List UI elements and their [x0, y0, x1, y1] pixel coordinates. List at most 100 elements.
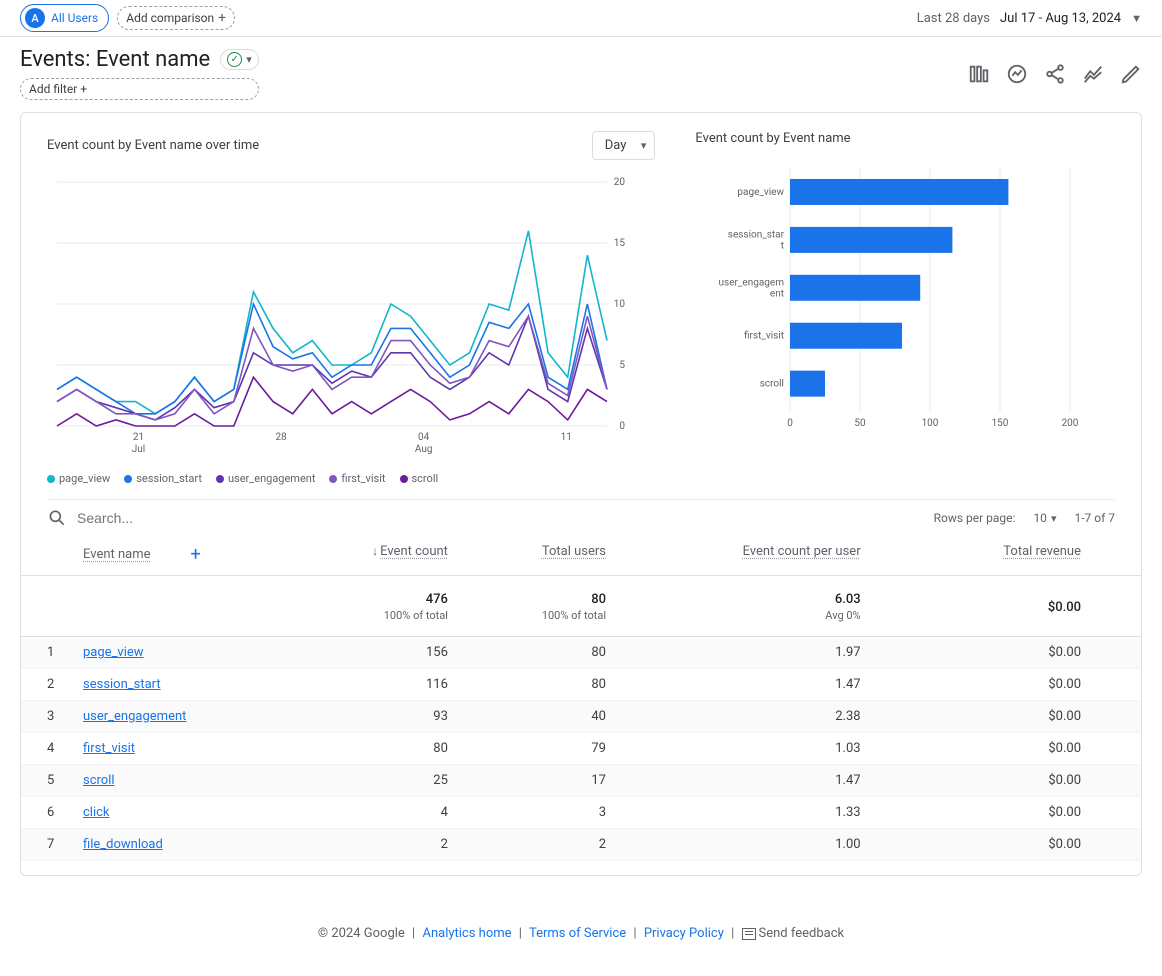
- rows-per-page-label: Rows per page:: [934, 511, 1016, 525]
- totals-total-users: 80: [591, 592, 606, 607]
- row-per-user: 2.38: [618, 701, 873, 733]
- row-index: 6: [21, 797, 71, 829]
- totals-per-user-sub: Avg 0%: [630, 609, 861, 622]
- plus-icon: +: [218, 10, 226, 26]
- totals-event-count: 476: [426, 592, 448, 607]
- search-icon: [47, 508, 67, 528]
- row-event-count: 25: [281, 765, 460, 797]
- row-index: 1: [21, 637, 71, 669]
- row-total-users: 3: [460, 797, 618, 829]
- svg-text:Aug: Aug: [415, 444, 433, 455]
- add-dimension-button[interactable]: +: [191, 544, 201, 565]
- totals-event-count-sub: 100% of total: [293, 609, 448, 622]
- edit-icon[interactable]: [1120, 63, 1142, 85]
- row-name-cell: first_visit: [71, 733, 281, 765]
- legend-item[interactable]: page_view: [47, 472, 110, 485]
- row-total-users: 80: [460, 637, 618, 669]
- date-range-picker[interactable]: Jul 17 - Aug 13, 2024: [1000, 11, 1121, 26]
- col-header-event-name[interactable]: Event name: [83, 547, 151, 562]
- col-header-revenue[interactable]: Total revenue: [1003, 544, 1081, 559]
- footer-link-privacy[interactable]: Privacy Policy: [644, 926, 724, 941]
- chevron-down-icon: ▾: [1051, 512, 1057, 525]
- event-name-link[interactable]: file_download: [83, 837, 163, 852]
- row-event-count: 4: [281, 797, 460, 829]
- table-row: 5scroll25171.47$0.00: [21, 765, 1141, 797]
- event-name-link[interactable]: user_engagement: [83, 709, 186, 724]
- svg-text:15: 15: [614, 238, 626, 249]
- svg-text:100: 100: [922, 418, 939, 429]
- svg-text:11: 11: [561, 432, 572, 443]
- col-header-event-count[interactable]: Event count: [380, 544, 448, 559]
- segment-chip-all-users[interactable]: A All Users: [20, 4, 109, 32]
- footer-link-tos[interactable]: Terms of Service: [529, 926, 626, 941]
- svg-text:t: t: [781, 240, 784, 251]
- legend-label: user_engagement: [228, 472, 316, 485]
- rows-per-page-value: 10: [1033, 511, 1047, 525]
- svg-text:150: 150: [992, 418, 1009, 429]
- row-name-cell: file_download: [71, 829, 281, 861]
- row-revenue: $0.00: [873, 797, 1141, 829]
- legend-dot-icon: [400, 475, 408, 483]
- legend-item[interactable]: scroll: [400, 472, 439, 485]
- footer-copyright: © 2024 Google: [318, 926, 405, 941]
- customize-report-icon[interactable]: [968, 63, 990, 85]
- check-circle-icon: ✓: [227, 52, 242, 67]
- trend-icon[interactable]: [1082, 63, 1104, 85]
- segment-letter-badge: A: [25, 8, 45, 28]
- svg-text:10: 10: [614, 299, 626, 310]
- legend-item[interactable]: user_engagement: [216, 472, 316, 485]
- event-name-link[interactable]: page_view: [83, 645, 144, 660]
- svg-text:user_engagem: user_engagem: [719, 277, 785, 288]
- charts-row: Event count by Event name over time Day …: [21, 113, 1141, 485]
- event-name-link[interactable]: scroll: [83, 773, 115, 788]
- event-name-link[interactable]: session_start: [83, 677, 161, 692]
- col-header-total-users[interactable]: Total users: [542, 544, 606, 559]
- share-icon[interactable]: [1044, 63, 1066, 85]
- line-chart-legend: page_view session_start user_engagement fir…: [47, 472, 655, 485]
- legend-item[interactable]: first_visit: [329, 472, 385, 485]
- footer-link-analytics-home[interactable]: Analytics home: [422, 926, 511, 941]
- table-row: 1page_view156801.97$0.00: [21, 637, 1141, 669]
- event-name-link[interactable]: first_visit: [83, 741, 135, 756]
- event-name-link[interactable]: click: [83, 805, 110, 820]
- status-chip[interactable]: ✓ ▾: [220, 49, 259, 70]
- rows-per-page-select[interactable]: 10 ▾: [1033, 511, 1056, 525]
- legend-label: first_visit: [341, 472, 385, 485]
- svg-text:50: 50: [855, 418, 867, 429]
- row-total-users: 2: [460, 829, 618, 861]
- row-revenue: $0.00: [873, 765, 1141, 797]
- row-revenue: $0.00: [873, 669, 1141, 701]
- row-total-users: 79: [460, 733, 618, 765]
- add-filter-chip[interactable]: Add filter +: [20, 78, 259, 100]
- legend-label: scroll: [412, 472, 439, 485]
- add-comparison-label: Add comparison: [126, 11, 214, 25]
- granularity-select[interactable]: Day: [592, 131, 656, 160]
- col-header-per-user[interactable]: Event count per user: [743, 544, 861, 559]
- row-revenue: $0.00: [873, 701, 1141, 733]
- row-name-cell: scroll: [71, 765, 281, 797]
- svg-text:0: 0: [788, 418, 794, 429]
- legend-item[interactable]: session_start: [124, 472, 202, 485]
- svg-text:first_visit: first_visit: [744, 330, 784, 342]
- search-input[interactable]: [75, 509, 275, 527]
- row-index: 4: [21, 733, 71, 765]
- row-total-users: 80: [460, 669, 618, 701]
- send-feedback-button[interactable]: Send feedback: [742, 926, 845, 941]
- line-chart-panel: Event count by Event name over time Day …: [47, 131, 655, 485]
- row-per-user: 1.00: [618, 829, 873, 861]
- main-card: Event count by Event name over time Day …: [20, 112, 1142, 876]
- row-revenue: $0.00: [873, 829, 1141, 861]
- row-revenue: $0.00: [873, 637, 1141, 669]
- row-name-cell: page_view: [71, 637, 281, 669]
- row-event-count: 116: [281, 669, 460, 701]
- row-total-users: 17: [460, 765, 618, 797]
- totals-per-user: 6.03: [835, 592, 861, 607]
- topbar-left: A All Users Add comparison +: [20, 4, 235, 32]
- top-bar: A All Users Add comparison + Last 28 day…: [0, 0, 1162, 37]
- row-event-count: 80: [281, 733, 460, 765]
- legend-label: page_view: [59, 472, 110, 485]
- add-comparison-chip[interactable]: Add comparison +: [117, 6, 235, 30]
- row-per-user: 1.47: [618, 765, 873, 797]
- row-event-count: 156: [281, 637, 460, 669]
- insights-icon[interactable]: [1006, 63, 1028, 85]
